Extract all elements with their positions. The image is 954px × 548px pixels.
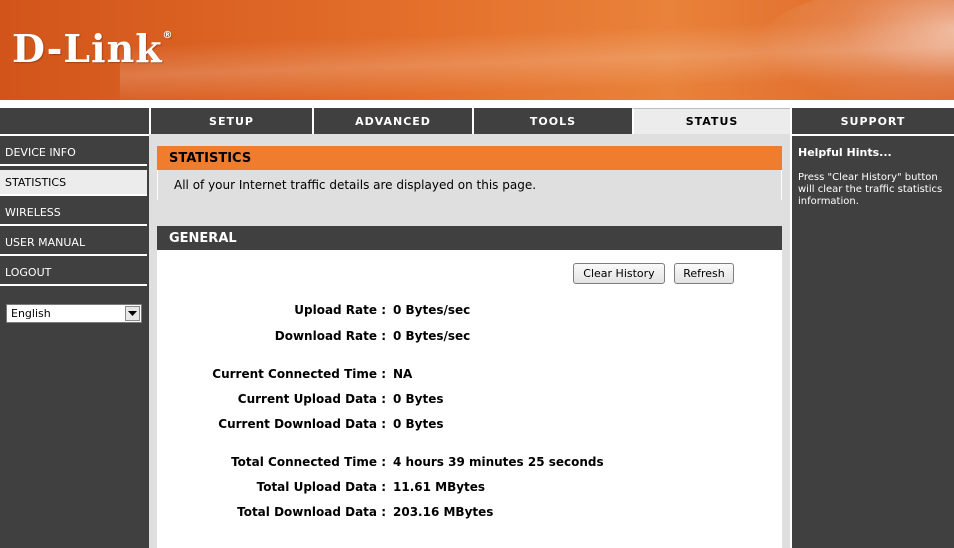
stat-label: Upload Rate : [294,303,386,317]
stat-label: Current Download Data : [218,417,386,431]
stat-value: 0 Bytes/sec [393,329,471,343]
stat-value: 4 hours 39 minutes 25 seconds [393,455,604,469]
stat-value: 11.61 MBytes [393,480,486,494]
main-content: STATISTICS All of your Internet traffic … [149,134,790,548]
sidebar-item-device-info[interactable]: DEVICE INFO [0,140,147,166]
left-sidebar: DEVICE INFO STATISTICS WIRELESS USER MAN… [0,134,149,548]
statistics-description: All of your Internet traffic details are… [157,170,782,200]
sidebar-item-logout[interactable]: LOGOUT [0,260,147,286]
header-banner: D-Link® [0,0,954,100]
nav-corner [0,108,149,134]
stat-value: 0 Bytes [393,417,444,431]
header-divider [0,100,954,108]
stat-label: Download Rate : [274,329,386,343]
tab-advanced[interactable]: ADVANCED [312,108,472,134]
hints-text: Press "Clear History" button will clear … [798,172,943,207]
sidebar-item-wireless[interactable]: WIRELESS [0,200,147,226]
stat-row: Current Upload Data : 0 Bytes [157,392,782,410]
clear-history-button[interactable]: Clear History [573,263,665,284]
language-select-value: English [11,307,51,320]
stat-label: Total Connected Time : [231,455,386,469]
stat-row: Download Rate : 0 Bytes/sec [157,329,782,347]
tab-setup[interactable]: SETUP [149,108,312,134]
language-select[interactable]: English [6,304,142,323]
refresh-button[interactable]: Refresh [674,263,734,284]
general-panel: Clear History Refresh Upload Rate : 0 By… [157,250,782,548]
stat-value: 203.16 MBytes [393,505,494,519]
stat-row: Current Connected Time : NA [157,367,782,385]
tab-tools[interactable]: TOOLS [472,108,632,134]
statistics-title: STATISTICS [157,146,782,170]
stat-row: Upload Rate : 0 Bytes/sec [157,303,782,321]
hints-title: Helpful Hints... [798,146,892,159]
stat-row: Total Download Data : 203.16 MBytes [157,505,782,523]
stat-label: Current Upload Data : [237,392,386,406]
banner-swoosh [754,0,954,100]
stat-value: 0 Bytes [393,392,444,406]
stat-label: Total Download Data : [237,505,386,519]
general-title: GENERAL [157,226,782,250]
stat-row: Current Download Data : 0 Bytes [157,417,782,435]
stat-value: NA [393,367,413,381]
dlink-logo: D-Link® [12,26,174,71]
top-nav: SETUP ADVANCED TOOLS STATUS SUPPORT [0,108,954,134]
sidebar-item-user-manual[interactable]: USER MANUAL [0,230,147,256]
stat-label: Current Connected Time : [212,367,386,381]
tab-status[interactable]: STATUS [632,108,790,134]
stat-label: Total Upload Data : [256,480,386,494]
stat-row: Total Upload Data : 11.61 MBytes [157,480,782,498]
chevron-down-icon[interactable] [125,306,140,321]
stat-row: Total Connected Time : 4 hours 39 minute… [157,455,782,473]
tab-support[interactable]: SUPPORT [790,108,954,134]
stat-value: 0 Bytes/sec [393,303,471,317]
sidebar-item-statistics[interactable]: STATISTICS [0,170,147,196]
helpful-hints-panel: Helpful Hints... Press "Clear History" b… [790,134,954,548]
